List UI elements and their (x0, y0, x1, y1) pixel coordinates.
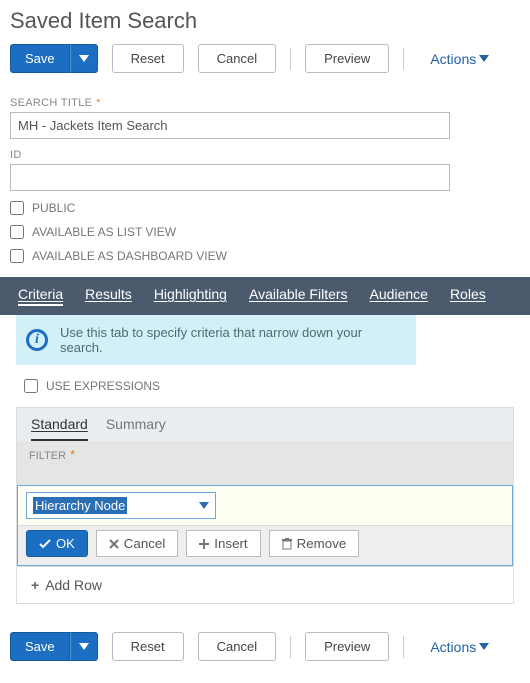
list-view-label: AVAILABLE AS LIST VIEW (32, 225, 176, 239)
form-section: SEARCH TITLE * ID PUBLIC AVAILABLE AS LIS… (0, 97, 530, 263)
save-button[interactable]: Save (10, 44, 70, 73)
info-text: Use this tab to specify criteria that na… (60, 325, 362, 355)
use-expressions-checkbox[interactable] (24, 379, 38, 393)
add-row-label: Add Row (45, 577, 102, 593)
tab-label: Audience (370, 286, 428, 302)
separator (290, 636, 291, 658)
chevron-down-icon (79, 643, 89, 651)
tab-highlighting[interactable]: Highlighting (154, 286, 227, 306)
close-icon (109, 539, 119, 549)
actions-label: Actions (430, 51, 476, 67)
ok-label: OK (56, 536, 75, 551)
tab-label: Highlighting (154, 286, 227, 302)
add-row-button[interactable]: + Add Row (17, 566, 513, 603)
search-title-label: SEARCH TITLE * (10, 97, 520, 109)
required-mark: * (70, 447, 75, 462)
save-dropdown-button-bottom[interactable] (70, 632, 98, 661)
sub-tab-standard[interactable]: Standard (31, 416, 88, 441)
save-button-group-bottom: Save (10, 632, 98, 661)
search-title-input[interactable] (10, 112, 450, 139)
tab-audience[interactable]: Audience (370, 286, 428, 306)
actions-menu[interactable]: Actions (430, 51, 489, 67)
id-label: ID (10, 149, 520, 161)
insert-button[interactable]: Insert (186, 530, 260, 557)
required-mark: * (96, 97, 101, 109)
save-button-group: Save (10, 44, 98, 73)
criteria-sub-tabs: Standard Summary (17, 408, 513, 441)
tab-roles[interactable]: Roles (450, 286, 486, 306)
tab-criteria[interactable]: Criteria (18, 286, 63, 306)
preview-button-bottom[interactable]: Preview (305, 632, 389, 661)
editor-button-row: OK Cancel Insert Remove (18, 525, 512, 565)
filter-header: FILTER * (17, 441, 513, 486)
tab-label: Criteria (18, 286, 63, 302)
editor-cancel-button[interactable]: Cancel (96, 530, 179, 557)
public-label: PUBLIC (32, 201, 75, 215)
bottom-toolbar: Save Reset Cancel Preview Actions (0, 632, 530, 675)
main-tabs: Criteria Results Highlighting Available … (0, 277, 530, 315)
tab-label: Available Filters (249, 286, 348, 302)
check-icon (39, 539, 51, 549)
ok-button[interactable]: OK (26, 530, 88, 557)
info-box: i Use this tab to specify criteria that … (16, 315, 416, 365)
preview-button[interactable]: Preview (305, 44, 389, 73)
chevron-down-icon (79, 55, 89, 63)
chevron-down-icon (479, 55, 489, 63)
criteria-panel: Standard Summary FILTER * Hierarchy Node … (16, 407, 514, 604)
filter-label: FILTER (29, 450, 66, 462)
tab-results[interactable]: Results (85, 286, 132, 306)
sub-tab-summary[interactable]: Summary (106, 416, 166, 441)
cancel-label: Cancel (124, 536, 166, 551)
reset-button-bottom[interactable]: Reset (112, 632, 184, 661)
filter-select-value: Hierarchy Node (33, 497, 127, 514)
save-button-bottom[interactable]: Save (10, 632, 70, 661)
filter-editor: Hierarchy Node OK Cancel Insert Remove (17, 485, 513, 566)
plus-icon: + (31, 577, 39, 593)
actions-label: Actions (430, 639, 476, 655)
dashboard-view-checkbox[interactable] (10, 249, 24, 263)
id-input[interactable] (10, 164, 450, 191)
separator (290, 48, 291, 70)
use-expressions-label: USE EXPRESSIONS (46, 379, 160, 393)
save-dropdown-button[interactable] (70, 44, 98, 73)
separator (403, 636, 404, 658)
sub-tab-label: Summary (106, 416, 166, 432)
info-icon: i (26, 329, 48, 351)
tab-label: Results (85, 286, 132, 302)
plus-icon (199, 539, 209, 549)
chevron-down-icon (479, 643, 489, 651)
top-toolbar: Save Reset Cancel Preview Actions (0, 44, 530, 87)
chevron-down-icon (199, 502, 209, 510)
filter-select[interactable]: Hierarchy Node (26, 492, 216, 519)
actions-menu-bottom[interactable]: Actions (430, 639, 489, 655)
insert-label: Insert (214, 536, 247, 551)
dashboard-view-label: AVAILABLE AS DASHBOARD VIEW (32, 249, 227, 263)
separator (403, 48, 404, 70)
remove-label: Remove (297, 536, 347, 551)
public-checkbox[interactable] (10, 201, 24, 215)
trash-icon (282, 538, 292, 550)
tab-available-filters[interactable]: Available Filters (249, 286, 348, 306)
list-view-checkbox[interactable] (10, 225, 24, 239)
remove-button[interactable]: Remove (269, 530, 360, 557)
reset-button[interactable]: Reset (112, 44, 184, 73)
page-title: Saved Item Search (0, 0, 530, 44)
sub-tab-label: Standard (31, 416, 88, 432)
cancel-button[interactable]: Cancel (198, 44, 276, 73)
tab-label: Roles (450, 286, 486, 302)
label-text: SEARCH TITLE (10, 97, 92, 109)
cancel-button-bottom[interactable]: Cancel (198, 632, 276, 661)
